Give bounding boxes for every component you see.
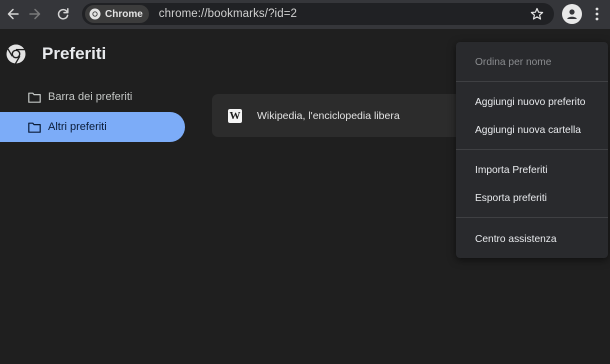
folder-icon bbox=[28, 122, 41, 133]
address-bar[interactable]: Chrome chrome://bookmarks/?id=2 bbox=[82, 3, 554, 25]
folder-icon bbox=[28, 92, 41, 103]
menu-divider bbox=[456, 217, 608, 218]
menu-item-add-folder[interactable]: Aggiungi nuova cartella bbox=[456, 119, 608, 141]
menu-item-export-bookmarks[interactable]: Esporta preferiti bbox=[456, 187, 608, 209]
browser-toolbar: Chrome chrome://bookmarks/?id=2 bbox=[0, 0, 610, 29]
bookmark-title: Wikipedia, l'enciclopedia libera bbox=[257, 109, 400, 122]
site-info-chip[interactable]: Chrome bbox=[85, 5, 149, 23]
menu-divider bbox=[456, 149, 608, 150]
chrome-logo-icon bbox=[89, 8, 101, 20]
forward-button[interactable] bbox=[24, 3, 46, 25]
reload-button[interactable] bbox=[52, 3, 74, 25]
wikipedia-favicon-icon: W bbox=[228, 108, 242, 123]
sidebar-item-other-bookmarks[interactable]: Altri preferiti bbox=[0, 112, 185, 142]
sidebar-item-label: Altri preferiti bbox=[48, 121, 107, 133]
organize-menu: Ordina per nome Aggiungi nuovo preferito… bbox=[456, 42, 608, 258]
sidebar-item-bookmarks-bar[interactable]: Barra dei preferiti bbox=[0, 82, 185, 112]
forward-arrow-icon bbox=[29, 8, 41, 20]
chrome-logo-icon bbox=[6, 44, 26, 64]
profile-icon bbox=[567, 9, 577, 19]
menu-item-import-bookmarks[interactable]: Importa Preferiti bbox=[456, 159, 608, 181]
reload-icon bbox=[57, 8, 69, 20]
url-text[interactable]: chrome://bookmarks/?id=2 bbox=[159, 8, 297, 20]
menu-item-add-bookmark[interactable]: Aggiungi nuovo preferito bbox=[456, 91, 608, 113]
profile-button[interactable] bbox=[562, 4, 582, 24]
bookmark-item[interactable]: W Wikipedia, l'enciclopedia libera bbox=[212, 94, 472, 137]
page-title: Preferiti bbox=[42, 44, 107, 63]
menu-item-help-center[interactable]: Centro assistenza bbox=[456, 228, 608, 250]
menu-divider bbox=[456, 81, 608, 82]
menu-item-sort-by-name: Ordina per nome bbox=[475, 56, 552, 68]
back-button[interactable] bbox=[2, 3, 24, 25]
back-arrow-icon bbox=[7, 8, 19, 20]
chip-label: Chrome bbox=[105, 8, 143, 20]
more-vert-icon[interactable] bbox=[592, 6, 602, 22]
sidebar-item-label: Barra dei preferiti bbox=[48, 91, 133, 103]
star-icon[interactable] bbox=[530, 7, 544, 21]
